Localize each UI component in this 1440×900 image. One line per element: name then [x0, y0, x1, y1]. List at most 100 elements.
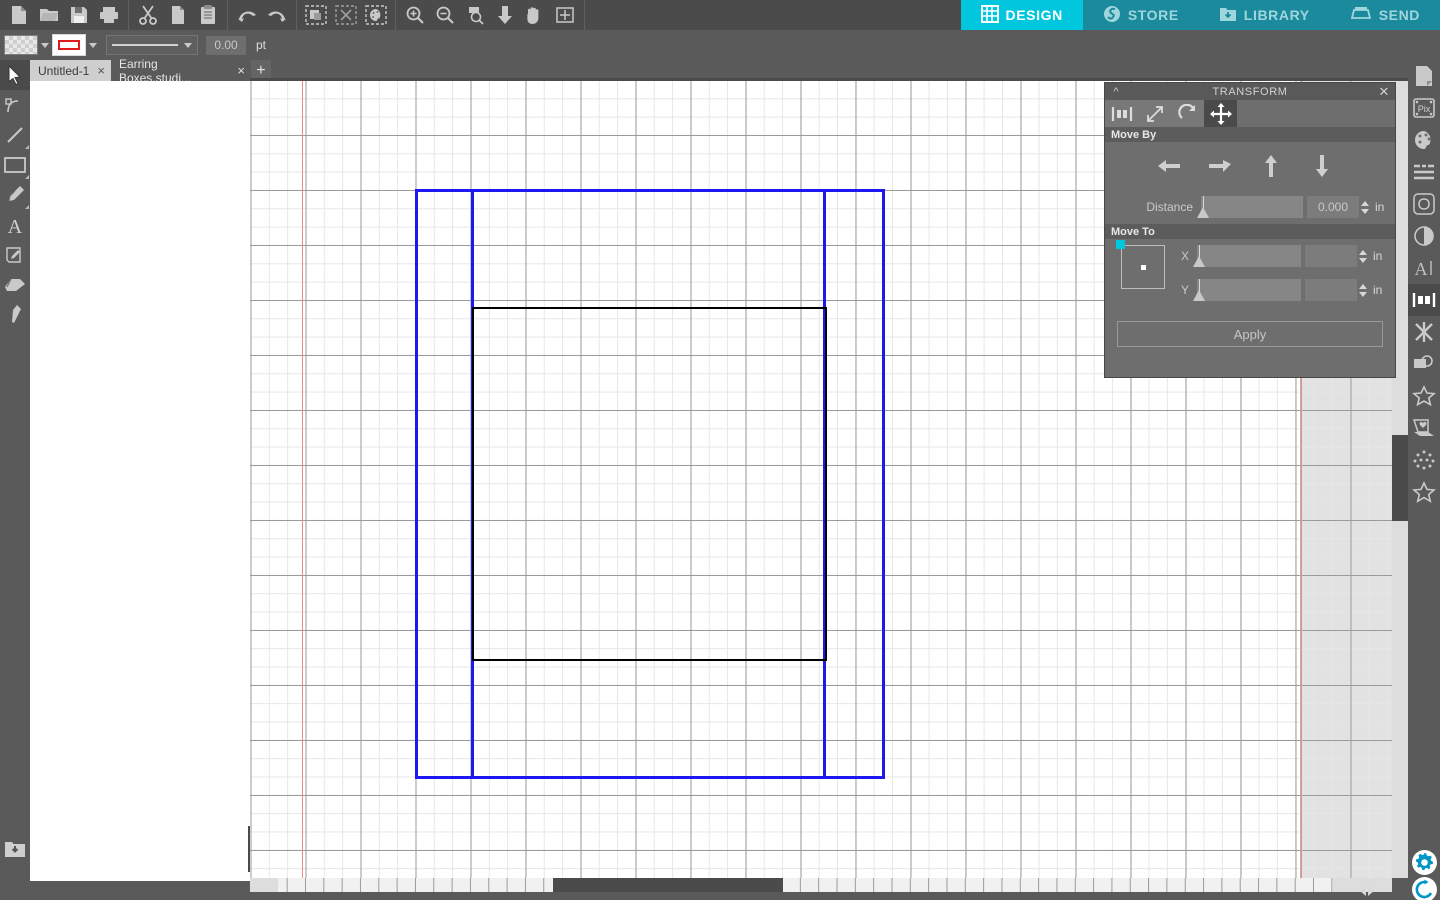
copy-icon[interactable]	[163, 0, 193, 30]
nav-tab-send[interactable]: SEND	[1329, 0, 1440, 30]
panel-button-shapes[interactable]	[1408, 476, 1440, 508]
y-slider[interactable]	[1193, 279, 1301, 301]
gear-settings-icon[interactable]	[1412, 850, 1437, 875]
print-icon[interactable]	[94, 0, 124, 30]
panel-button-pixscan[interactable]: Pix	[1408, 92, 1440, 124]
zoom-in-icon[interactable]	[400, 0, 430, 30]
panel-button-trace[interactable]	[1408, 380, 1440, 412]
deselect-all-icon[interactable]	[331, 0, 361, 30]
nav-tab-store-label: STORE	[1127, 7, 1179, 23]
tool-knife[interactable]	[0, 300, 30, 330]
fill-pattern-swatch[interactable]	[4, 35, 38, 55]
undo-arrow-icon[interactable]	[232, 0, 262, 30]
panel-button-rhinestones[interactable]	[1408, 444, 1440, 476]
pan-hand-icon[interactable]	[520, 0, 550, 30]
tool-draw-rectangle[interactable]	[0, 150, 30, 180]
save-floppy-icon[interactable]	[64, 0, 94, 30]
stepper-down-icon[interactable]	[1360, 208, 1369, 214]
distance-stepper[interactable]	[1359, 196, 1370, 218]
nav-tab-store[interactable]: STORE	[1082, 0, 1199, 30]
fit-to-page-icon[interactable]	[490, 0, 520, 30]
chevron-up-icon[interactable]: ^	[1105, 86, 1127, 98]
tool-edit-points[interactable]	[0, 90, 30, 120]
y-slider-knob[interactable]	[1193, 290, 1205, 301]
transform-tab-scale[interactable]	[1138, 100, 1171, 127]
panel-button-page-setup[interactable]	[1408, 60, 1440, 92]
download-folder-icon[interactable]	[4, 838, 26, 860]
vertical-scrollbar-thumb[interactable]	[1392, 435, 1408, 521]
arrow-right-icon[interactable]	[1208, 154, 1232, 178]
line-style-select[interactable]	[106, 35, 198, 55]
stepper-down-icon[interactable]	[1358, 257, 1367, 263]
x-input[interactable]	[1305, 245, 1357, 267]
panel-button-line-style[interactable]	[1408, 156, 1440, 188]
select-by-color-icon[interactable]	[361, 0, 391, 30]
tool-draw-line-submenu-icon[interactable]	[25, 145, 29, 149]
zoom-selection-icon[interactable]	[460, 0, 490, 30]
close-icon[interactable]: ×	[237, 64, 245, 77]
transform-tab-move[interactable]	[1204, 100, 1237, 127]
tool-eraser[interactable]	[0, 270, 30, 300]
document-tab-untitled[interactable]: Untitled-1 ×	[30, 60, 111, 81]
anchor-top-left-handle[interactable]	[1116, 240, 1125, 249]
line-swatch-chevron-down-icon[interactable]	[86, 30, 100, 60]
stepper-down-icon[interactable]	[1358, 291, 1367, 297]
stepper-up-icon[interactable]	[1360, 200, 1369, 206]
y-stepper[interactable]	[1357, 279, 1368, 301]
panel-button-offset[interactable]	[1408, 348, 1440, 380]
x-slider[interactable]	[1193, 245, 1301, 267]
panel-button-sketch-pattern[interactable]	[1408, 188, 1440, 220]
distance-input[interactable]: 0.000	[1307, 196, 1359, 218]
zoom-out-icon[interactable]	[430, 0, 460, 30]
line-color-swatch[interactable]	[52, 34, 86, 56]
open-folder-icon[interactable]	[34, 0, 64, 30]
tool-draw-freehand[interactable]	[0, 180, 30, 210]
tool-draw-freehand-submenu-icon[interactable]	[25, 205, 29, 209]
panel-button-transform[interactable]	[1408, 284, 1440, 316]
tool-text[interactable]: A	[0, 210, 30, 240]
nav-tab-library[interactable]: LIBRARY	[1198, 0, 1330, 30]
sync-refresh-icon[interactable]	[1412, 877, 1437, 900]
chevron-left-icon[interactable]	[1360, 886, 1366, 896]
distance-slider-knob[interactable]	[1197, 207, 1209, 218]
document-tab-earring-boxes[interactable]: Earring Boxes.studi... ×	[110, 57, 251, 85]
panel-button-fill-color[interactable]	[1408, 124, 1440, 156]
x-stepper[interactable]	[1357, 245, 1368, 267]
distance-slider[interactable]	[1197, 196, 1303, 218]
stepper-up-icon[interactable]	[1358, 283, 1367, 289]
tool-notes[interactable]	[0, 240, 30, 270]
fill-swatch-chevron-down-icon[interactable]	[38, 30, 52, 60]
shape-inner-panel[interactable]	[472, 307, 827, 661]
close-icon[interactable]: ×	[97, 64, 105, 77]
panel-button-my-library[interactable]	[1408, 412, 1440, 444]
chevron-right-icon[interactable]	[1368, 886, 1374, 896]
stepper-up-icon[interactable]	[1358, 249, 1367, 255]
paste-clipboard-icon[interactable]	[193, 0, 223, 30]
tool-draw-rectangle-submenu-icon[interactable]	[25, 175, 29, 179]
tool-select-arrow[interactable]	[0, 60, 30, 90]
transform-tab-rotate[interactable]	[1171, 100, 1204, 127]
zoom-region-icon[interactable]	[550, 0, 580, 30]
new-document-icon[interactable]	[4, 0, 34, 30]
scroll-nudge-arrows[interactable]	[1360, 884, 1390, 898]
panel-button-text-style[interactable]: A	[1408, 252, 1440, 284]
close-icon[interactable]: ✕	[1373, 84, 1395, 100]
anchor-reference-box[interactable]	[1116, 240, 1165, 289]
y-input[interactable]	[1305, 279, 1357, 301]
apply-button[interactable]: Apply	[1117, 321, 1383, 347]
arrow-left-icon[interactable]	[1157, 154, 1181, 178]
redo-arrow-icon[interactable]	[262, 0, 292, 30]
arrow-down-icon[interactable]	[1310, 154, 1334, 178]
horizontal-scrollbar-thumb[interactable]	[553, 878, 783, 892]
x-slider-knob[interactable]	[1193, 256, 1205, 267]
transform-tab-align[interactable]	[1105, 100, 1138, 127]
tool-draw-line[interactable]	[0, 120, 30, 150]
scissors-cut-icon[interactable]	[133, 0, 163, 30]
nav-tab-design[interactable]: DESIGN	[960, 0, 1083, 30]
select-all-icon[interactable]	[301, 0, 331, 30]
line-thickness-input[interactable]: 0.00	[206, 35, 246, 55]
horizontal-scrollbar[interactable]	[250, 878, 1392, 892]
panel-button-modify[interactable]	[1408, 316, 1440, 348]
arrow-up-icon[interactable]	[1259, 154, 1283, 178]
panel-button-gradient-fill[interactable]	[1408, 220, 1440, 252]
